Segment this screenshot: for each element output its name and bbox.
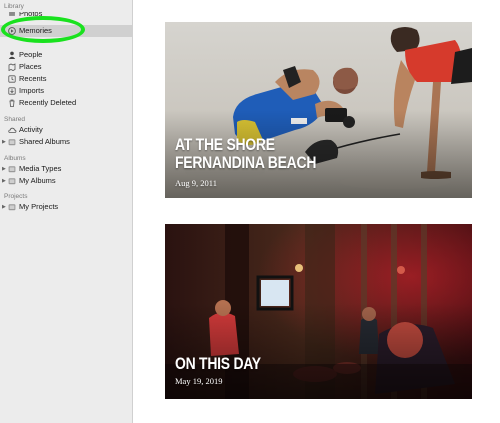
trash-icon [8,99,16,107]
disclosure-triangle-icon[interactable]: ▶ [2,175,6,187]
sidebar-item-label: Memories [19,26,52,35]
imports-icon [8,87,16,95]
folder-icon [8,203,16,211]
memory-card-at-the-shore[interactable]: AT THE SHORE FERNANDINA BEACH Aug 9, 201… [165,22,472,198]
sidebar-item-label: My Albums [19,176,56,185]
memory-title-line1: ON THIS DAY [175,354,261,373]
sidebar-item-label: Recents [19,74,47,83]
memory-card-on-this-day[interactable]: ON THIS DAY May 19, 2019 [165,224,472,399]
sidebar-item-photos[interactable]: ▦ Photos [0,12,132,20]
recents-icon [8,75,16,83]
folder-icon [8,138,16,146]
sidebar-item-label: Shared Albums [19,137,70,146]
disclosure-triangle-icon[interactable]: ▶ [2,163,6,175]
sidebar-item-label: My Projects [19,202,59,211]
sidebar-item-label: Imports [19,86,45,95]
albums-section-header: Albums [4,155,26,162]
sidebar-item-memories[interactable]: Memories [0,25,132,37]
sidebar-item-label: Recently Deleted [19,98,77,107]
sidebar-item-label: Places [19,62,42,71]
sidebar-item-imports[interactable]: Imports [0,85,132,97]
sidebar-item-shared-albums[interactable]: ▶ Shared Albums [0,136,132,148]
folder-icon [8,177,16,185]
sidebar-item-recently-deleted[interactable]: Recently Deleted [0,97,132,109]
memory-title-line2: FERNANDINA BEACH [175,153,317,172]
sidebar-item-label: People [19,50,43,59]
sidebar-item-my-albums[interactable]: ▶ My Albums [0,175,132,187]
disclosure-triangle-icon[interactable]: ▶ [2,201,6,213]
shared-section-header: Shared [4,116,25,123]
disclosure-triangle-icon[interactable]: ▶ [2,136,6,148]
memory-date: Aug 9, 2011 [175,178,217,188]
people-icon [8,51,16,59]
memory-title-line1: AT THE SHORE [175,135,275,154]
projects-section-header: Projects [4,193,28,200]
places-icon [8,63,16,72]
memories-view: AT THE SHORE FERNANDINA BEACH Aug 9, 201… [134,0,500,423]
sidebar-item-label: Activity [19,125,43,134]
sidebar-item-people[interactable]: People [0,49,132,61]
cloud-icon [8,126,17,134]
sidebar-item-media-types[interactable]: ▶ Media Types [0,163,132,175]
folder-icon [8,165,16,173]
memory-date: May 19, 2019 [175,376,223,386]
sidebar: Library ▦ Photos Memories People Places … [0,0,133,423]
sidebar-item-places[interactable]: Places [0,61,132,73]
sidebar-item-my-projects[interactable]: ▶ My Projects [0,201,132,213]
library-section-header: Library [4,3,24,10]
memories-icon [8,27,16,35]
sidebar-item-label: Media Types [19,164,62,173]
sidebar-item-label: Photos [19,12,43,18]
photos-icon: ▦ [8,12,16,17]
sidebar-item-recents[interactable]: Recents [0,73,132,85]
sidebar-item-activity[interactable]: Activity [0,124,132,136]
